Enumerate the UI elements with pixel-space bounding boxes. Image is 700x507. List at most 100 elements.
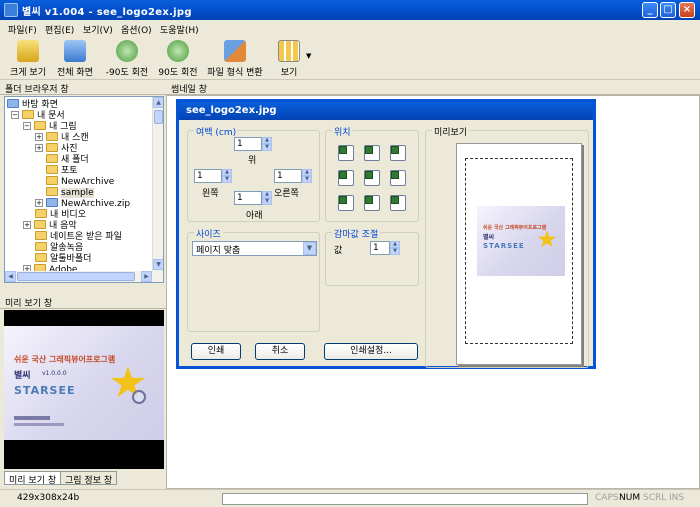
desktop-icon <box>7 99 19 108</box>
margin-left-value[interactable]: 1 <box>194 169 222 183</box>
spin-down-icon[interactable]: ▼ <box>390 248 400 255</box>
expand-icon[interactable]: + <box>35 144 43 152</box>
expand-icon[interactable]: + <box>35 133 43 141</box>
margin-right-spinner[interactable]: 1 ▲ ▼ <box>274 169 312 183</box>
scroll-right-button[interactable]: ▶ <box>141 271 152 282</box>
zoom-icon <box>17 40 39 62</box>
tree-item[interactable]: 알툴바폴더 <box>35 253 91 264</box>
position-top-right-button[interactable] <box>390 145 406 161</box>
position-center-button[interactable] <box>364 170 380 186</box>
rotate-left-button[interactable]: -90도 회전 <box>104 40 150 78</box>
spin-up-icon[interactable]: ▲ <box>390 241 400 248</box>
folder-icon <box>34 121 46 130</box>
toolbar: 크게 보기 전체 화면 -90도 회전 90도 회전 파일 형식 변환 보기 ▼ <box>0 38 700 80</box>
position-bottom-right-button[interactable] <box>390 195 406 211</box>
maximize-button[interactable]: □ <box>660 2 676 18</box>
tree-item[interactable]: 알송녹음 <box>35 242 83 253</box>
position-top-left-button[interactable] <box>338 145 354 161</box>
tree-item[interactable]: 포토 <box>46 165 78 176</box>
margin-right-value[interactable]: 1 <box>274 169 302 183</box>
menu-view[interactable]: 보기(V) <box>83 23 113 36</box>
convert-button[interactable]: 파일 형식 변환 <box>206 40 264 78</box>
spin-down-icon[interactable]: ▼ <box>222 176 232 183</box>
tree-item[interactable]: 새 폴더 <box>46 154 89 165</box>
folder-icon <box>34 220 46 229</box>
margin-top-spinner[interactable]: 1 ▲ ▼ <box>234 137 272 151</box>
menu-edit[interactable]: 편집(E) <box>45 23 74 36</box>
spin-down-icon[interactable]: ▼ <box>262 198 272 205</box>
minimize-button[interactable]: _ <box>642 2 658 18</box>
hscroll-thumb[interactable] <box>17 272 135 281</box>
size-label: 사이즈 <box>194 227 223 240</box>
title-bar: 별씨 v1.004 - see_logo2ex.jpg _ □ × <box>0 0 700 20</box>
size-select[interactable]: 페이지 맞춤 ▼ <box>192 241 317 256</box>
tab-preview[interactable]: 미리 보기 창 <box>4 471 62 486</box>
position-middle-right-button[interactable] <box>390 170 406 186</box>
gamma-value-label: 값 <box>334 246 343 256</box>
fullscreen-button[interactable]: 전체 화면 <box>52 40 98 78</box>
tree-item[interactable]: + 내 음악 <box>23 220 77 231</box>
tree-item[interactable]: − 내 문서 <box>11 110 65 121</box>
menu-help[interactable]: 도움말(H) <box>160 23 199 36</box>
tree-item[interactable]: − 내 그림 <box>23 121 77 132</box>
view-dropdown-arrow[interactable]: ▼ <box>306 52 311 60</box>
margin-left-spinner[interactable]: 1 ▲ ▼ <box>194 169 232 183</box>
page-star-logo-icon <box>537 230 557 248</box>
spin-up-icon[interactable]: ▲ <box>262 137 272 144</box>
expand-icon[interactable]: + <box>35 199 43 207</box>
scroll-down-button[interactable]: ▼ <box>153 259 163 270</box>
margin-bottom-spinner[interactable]: 1 ▲ ▼ <box>234 191 272 205</box>
banner-footer-line <box>14 416 50 420</box>
position-middle-left-button[interactable] <box>338 170 354 186</box>
menu-bar: 파일(F) 편집(E) 보기(V) 옵션(O) 도움말(H) <box>0 20 700 38</box>
scroll-left-button[interactable]: ◀ <box>5 271 16 282</box>
tree-item[interactable]: 바탕 화면 <box>7 99 58 110</box>
view-button[interactable]: 보기 <box>272 40 306 78</box>
margin-bottom-value[interactable]: 1 <box>234 191 262 205</box>
spin-down-icon[interactable]: ▼ <box>262 144 272 151</box>
spin-up-icon[interactable]: ▲ <box>302 169 312 176</box>
tree-hscrollbar[interactable]: ◀ ▶ <box>5 271 163 282</box>
tree-item[interactable]: NewArchive <box>46 176 114 187</box>
zoom-button[interactable]: 크게 보기 <box>6 40 50 78</box>
cancel-button[interactable]: 취소 <box>255 343 305 360</box>
margin-top-value[interactable]: 1 <box>234 137 262 151</box>
gamma-value[interactable]: 1 <box>370 241 390 255</box>
menu-file[interactable]: 파일(F) <box>8 23 37 36</box>
position-top-center-button[interactable] <box>364 145 380 161</box>
close-button[interactable]: × <box>679 2 695 18</box>
preview-image: 쉬운 국산 그래픽뷰어프로그램 별씨 v1.0.0.0 STARSEE <box>4 310 164 469</box>
progress-bar <box>222 493 588 505</box>
page-banner-brand: STARSEE <box>483 242 525 250</box>
gamma-spinner[interactable]: 1 ▲ ▼ <box>370 241 400 255</box>
rotate-right-label: 90도 회전 <box>158 68 198 78</box>
tree-item[interactable]: + 사진 <box>35 143 78 154</box>
collapse-icon[interactable]: − <box>23 122 31 130</box>
tab-image-info[interactable]: 그림 정보 창 <box>60 471 118 486</box>
print-setup-button[interactable]: 인쇄설정... <box>324 343 418 360</box>
folder-tree[interactable]: 바탕 화면 − 내 문서 − 내 그림 + 내 스캔 + 사진 새 폴더 포토 NewA… <box>4 96 164 283</box>
rotate-left-icon <box>116 40 138 62</box>
position-bottom-center-button[interactable] <box>364 195 380 211</box>
tree-item[interactable]: 네이트온 받은 파일 <box>35 231 122 242</box>
margin-top-label: 위 <box>248 156 257 166</box>
spin-down-icon[interactable]: ▼ <box>302 176 312 183</box>
collapse-icon[interactable]: − <box>11 111 19 119</box>
tree-item[interactable]: 내 비디오 <box>35 209 86 220</box>
tree-item[interactable]: + NewArchive.zip <box>35 198 130 209</box>
scroll-thumb[interactable] <box>154 110 163 124</box>
spin-up-icon[interactable]: ▲ <box>222 169 232 176</box>
expand-icon[interactable]: + <box>23 221 31 229</box>
folder-icon <box>35 231 47 240</box>
rotate-right-button[interactable]: 90도 회전 <box>156 40 200 78</box>
menu-options[interactable]: 옵션(O) <box>121 23 152 36</box>
folder-panel-title: 폴더 브라우저 창 <box>0 80 166 95</box>
scroll-up-button[interactable]: ▲ <box>153 97 163 108</box>
chevron-down-icon[interactable]: ▼ <box>303 242 316 255</box>
tree-scrollbar[interactable]: ▲ ▼ <box>152 97 163 271</box>
tree-item[interactable]: + 내 스캔 <box>35 132 89 143</box>
print-button[interactable]: 인쇄 <box>191 343 241 360</box>
position-bottom-left-button[interactable] <box>338 195 354 211</box>
tree-item-selected[interactable]: sample <box>46 187 94 198</box>
spin-up-icon[interactable]: ▲ <box>262 191 272 198</box>
